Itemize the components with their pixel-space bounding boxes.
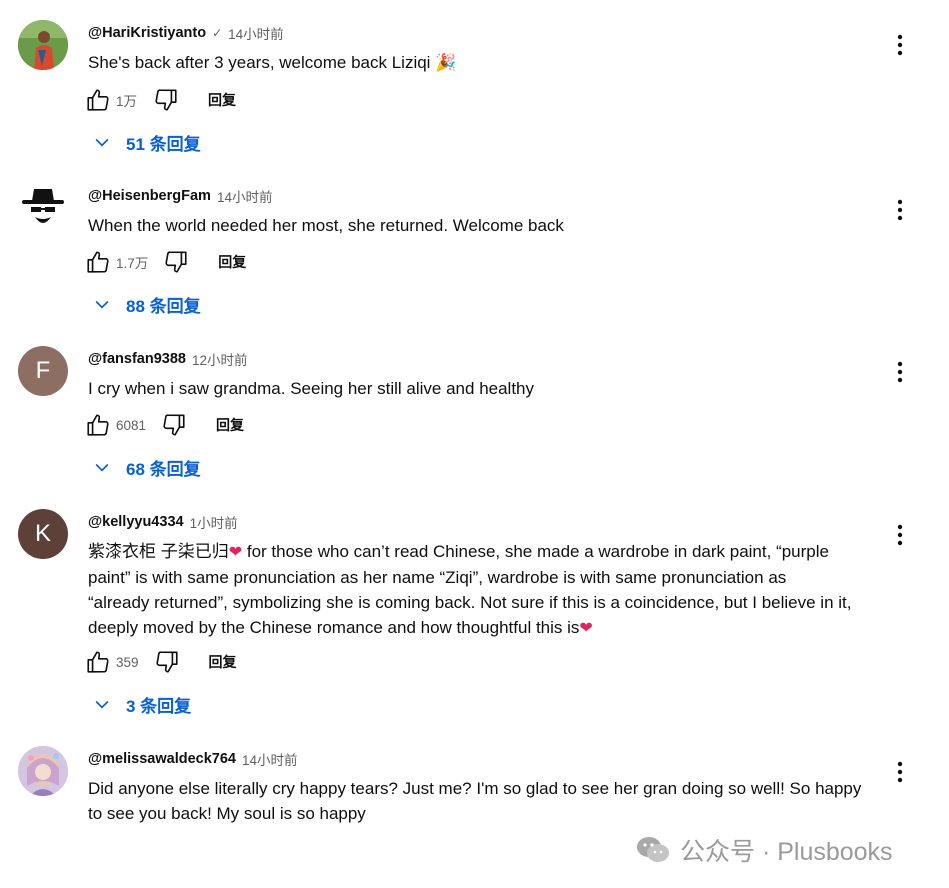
comment-actions: 1万 回复 [84,86,236,114]
author-name[interactable]: @HeisenbergFam [88,188,211,204]
replies-count: 68 条回复 [126,459,201,479]
thumbs-up-icon [87,414,109,436]
like-button[interactable] [84,86,112,114]
chevron-down-icon [90,130,114,154]
thumbs-down-icon [155,89,177,111]
heart-icon: ❤ [579,620,593,637]
watermark-text: 公众号 · Plusbooks [680,838,893,866]
comment-text: Did anyone else literally cry happy tear… [88,776,888,826]
author-name[interactable]: @kellyyu4334 [88,514,184,530]
author-name[interactable]: @fansfan9388 [88,351,186,367]
view-replies-button[interactable]: 68 条回复 [90,454,201,480]
comment-text: 紫漆衣柜 子柒已归❤ for those who can’t read Chin… [88,539,888,641]
avatar[interactable] [18,746,68,796]
reply-button[interactable]: 回复 [208,90,236,110]
like-count: 1.7万 [116,256,149,271]
author-name[interactable]: @melissawaldeck764 [88,751,236,767]
watermark: 公众号 · Plusbooks [636,834,893,866]
more-vert-icon [897,524,903,546]
like-count: 6081 [116,417,147,433]
comment-header: @fansfan9388 12小时前 [88,348,248,370]
dislike-button[interactable] [162,248,190,276]
avatar[interactable]: F [18,346,68,396]
dislike-button[interactable] [160,411,188,439]
comment-line-text: deeply moved by the Chinese romance and … [88,618,580,637]
comment-text: I cry when i saw grandma. Seeing her sti… [88,376,888,401]
reply-button[interactable]: 回复 [209,652,237,672]
comment-header: @HeisenbergFam 14小时前 [88,185,272,207]
comment-line: paint” is with same pronunciation as her… [88,568,787,587]
more-actions-button[interactable] [887,359,913,385]
replies-count: 88 条回复 [126,296,201,316]
replies-count: 51 条回复 [126,134,201,154]
timestamp[interactable]: 1小时前 [190,512,238,532]
dislike-button[interactable] [153,648,181,676]
comment-line: Did anyone else literally cry happy tear… [88,779,862,798]
like-button[interactable] [84,648,112,676]
comment-text: She's back after 3 years, welcome back L… [88,50,888,75]
thumbs-up-icon [87,251,109,273]
like-count: 1万 [116,94,138,109]
chevron-down-icon [90,692,114,716]
comment-actions: 1.7万 回复 [84,248,246,276]
like-count: 359 [116,654,139,670]
replies-count: 3 条回复 [126,696,192,716]
timestamp[interactable]: 14小时前 [228,23,284,43]
chinese-text: 紫漆衣柜 子柒已归 [88,542,229,561]
like-button[interactable] [84,248,112,276]
more-vert-icon [897,361,903,383]
timestamp[interactable]: 14小时前 [217,186,273,206]
comment-line: 紫漆衣柜 子柒已归❤ for those who can’t read Chin… [88,539,888,565]
comment-line: deeply moved by the Chinese romance and … [88,615,888,641]
comment-header: @kellyyu4334 1小时前 [88,511,238,533]
chevron-down-icon [90,292,114,316]
more-vert-icon [897,761,903,783]
wechat-icon [637,837,669,862]
view-replies-button[interactable]: 3 条回复 [90,691,191,717]
author-name[interactable]: @HariKristiyanto [88,25,206,41]
view-replies-button[interactable]: 88 条回复 [90,291,201,317]
reply-button[interactable]: 回复 [216,415,244,435]
avatar-letter: K [34,520,51,547]
more-vert-icon [897,34,903,56]
avatar[interactable]: K [18,509,68,559]
thumbs-down-icon [165,251,187,273]
thumbs-up-icon [87,89,109,111]
more-actions-button[interactable] [887,32,913,58]
comment-header: @HariKristiyanto ✓ 14小时前 [88,22,284,44]
comment-line-tail: for those who can’t read Chinese, she ma… [242,542,829,561]
comment-text: When the world needed her most, she retu… [88,213,888,238]
comment-line: When the world needed her most, she retu… [88,216,564,235]
timestamp[interactable]: 12小时前 [192,349,248,369]
more-actions-button[interactable] [887,522,913,548]
avatar[interactable] [18,183,68,233]
comment-actions: 359 回复 [84,648,237,676]
dislike-button[interactable] [152,86,180,114]
thumbs-down-icon [155,651,178,673]
more-vert-icon [897,199,903,221]
thumbs-down-icon [163,414,185,436]
comment-line: I cry when i saw grandma. Seeing her sti… [88,379,535,398]
timestamp[interactable]: 14小时前 [242,749,298,769]
like-button[interactable] [84,411,112,439]
chevron-down-icon [90,455,114,479]
avatar[interactable] [18,20,68,70]
view-replies-button[interactable]: 51 条回复 [90,129,201,155]
thumbs-up-icon [87,651,109,673]
verified-icon: ✓ [212,26,223,40]
more-actions-button[interactable] [887,197,913,223]
more-actions-button[interactable] [887,759,913,785]
reply-button[interactable]: 回复 [218,252,246,272]
comment-header: @melissawaldeck764 14小时前 [88,748,298,770]
heart-icon: ❤ [228,544,243,561]
comment-line: “already returned”, symbolizing she is c… [88,593,852,612]
comment-line: to see you back! My soul is so happy [88,804,366,823]
comment-line: She's back after 3 years, welcome back L… [88,53,457,72]
avatar-letter: F [35,357,51,384]
comment-actions: 6081 回复 [84,411,244,439]
